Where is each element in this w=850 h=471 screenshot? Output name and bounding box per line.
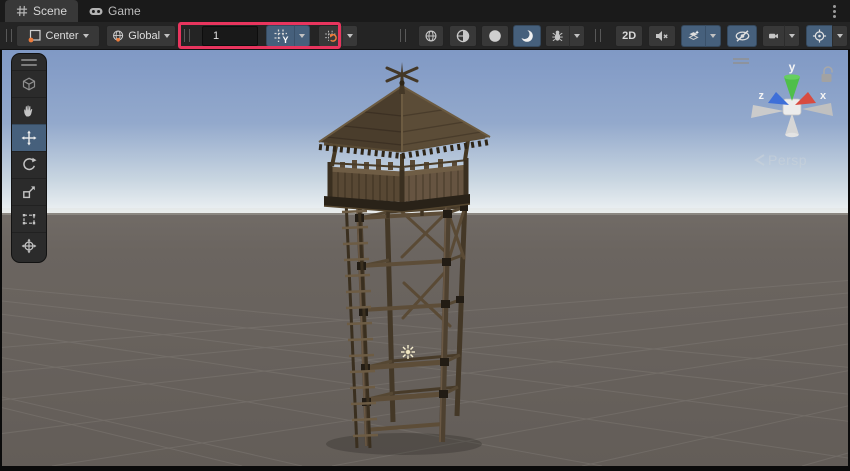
scene-effects-dropdown[interactable] [705,25,721,47]
scene-audio-toggle[interactable] [648,25,676,47]
grid-size-field[interactable] [202,26,258,46]
camera-icon [768,28,779,44]
right-group-drag-handle[interactable] [595,29,601,42]
axis-y-cap [784,74,800,79]
transform-tool-icon [21,238,37,254]
chevron-down-icon [710,34,716,38]
tool-context-button[interactable] [12,70,46,97]
tower-shadow [326,433,482,455]
axis-z-label: z [759,90,765,102]
chevron-down-icon [574,34,580,38]
scene-visibility-toggle[interactable] [727,25,757,47]
lit-sphere-icon [455,28,471,44]
projection-label: Persp [768,152,807,168]
debug-split-button [545,25,585,47]
tool-context-cube-icon [21,76,37,92]
axis-neg-y-cap [786,133,799,137]
move-tool-button[interactable] [12,124,46,151]
scene-viewport[interactable]: y x z Persp [2,50,848,466]
grid-snap-split-button: Y [266,25,310,47]
scene-toolbar: Center Global Y [0,22,850,50]
lighting-mode-button[interactable] [449,25,477,47]
tab-scene-label: Scene [33,4,67,18]
scale-tool-icon [21,184,37,200]
globe-icon [112,29,124,43]
scene-grid-icon [16,5,28,17]
effects-layers-icon [687,28,700,44]
tab-game[interactable]: Game [78,0,152,22]
2d-mode-button[interactable]: 2D [615,25,643,47]
rotate-tool-button[interactable] [12,151,46,178]
unity-editor-window: Scene Game Center [0,0,850,471]
gizmos-toggle[interactable] [806,25,832,47]
overlay-drag-handle[interactable] [6,29,12,42]
kebab-menu-icon[interactable] [833,10,836,13]
bug-icon [551,28,564,43]
snap-axis-letter: Y [282,35,288,44]
audio-muted-icon [654,28,670,44]
move-tool-icon [21,130,37,146]
scene-camera-dropdown[interactable] [784,25,800,47]
light-sparkle-gizmo[interactable] [401,345,415,359]
chevron-down-icon [164,34,170,38]
debug-filter-dropdown[interactable] [569,25,585,47]
chevron-down-icon [299,34,305,38]
effects-split-button [681,25,721,47]
view-tool-button[interactable] [12,97,46,124]
snap-increment-dropdown[interactable] [342,25,358,47]
snap-grid-y-icon: Y [273,28,289,44]
pivot-mode-label: Center [46,30,79,42]
rotate-tool-icon [21,157,37,173]
grid-snap-y-button[interactable]: Y [266,25,294,47]
tab-bar: Scene Game [0,0,850,22]
view-hand-icon [21,103,37,119]
pivot-center-icon [28,29,42,43]
tools-drag-handle[interactable] [12,57,46,70]
filled-circle-icon [487,28,503,44]
gizmo-cube[interactable] [783,99,801,115]
scale-tool-button[interactable] [12,178,46,205]
orientation-button[interactable]: Global [106,25,176,47]
rect-tool-button[interactable] [12,205,46,232]
debug-filter-button[interactable] [545,25,569,47]
gizmos-dropdown[interactable] [832,25,848,47]
scene-3d-render: y x z Persp [2,50,848,466]
chevron-down-icon [789,34,795,38]
moon-icon [519,28,535,44]
snap-increment-icon [324,28,337,44]
rect-tool-icon [21,211,37,227]
tools-overlay [11,53,47,263]
scene-lighting-toggle[interactable] [513,25,541,47]
snap-increment-split-button [318,25,358,47]
tab-game-label: Game [108,4,141,18]
snap-increment-button[interactable] [318,25,342,47]
camera-split-button [762,25,800,47]
axis-x-label: x [820,90,827,102]
tab-scene[interactable]: Scene [5,0,78,22]
gizmos-split-button [806,25,848,47]
grid-snap-dropdown[interactable] [294,25,310,47]
snap-overlay-drag-handle[interactable] [184,29,190,42]
orientation-label: Global [128,30,160,42]
chevron-down-icon [83,34,89,38]
2d-mode-label: 2D [622,30,636,42]
shaded-mode-button[interactable] [481,25,509,47]
axis-y-label: y [789,60,796,74]
pivot-mode-button[interactable]: Center [16,25,100,47]
scene-camera-button[interactable] [762,25,784,47]
wireframe-sphere-icon [424,28,438,44]
gamepad-icon [89,6,103,17]
view-options-drag-handle[interactable] [400,29,406,42]
gizmos-target-icon [812,28,827,44]
transform-tool-button[interactable] [12,232,46,259]
scene-effects-toggle[interactable] [681,25,705,47]
draw-mode-button[interactable] [418,25,444,47]
visibility-hidden-icon [734,28,751,44]
chevron-down-icon [837,34,843,38]
chevron-down-icon [347,34,353,38]
